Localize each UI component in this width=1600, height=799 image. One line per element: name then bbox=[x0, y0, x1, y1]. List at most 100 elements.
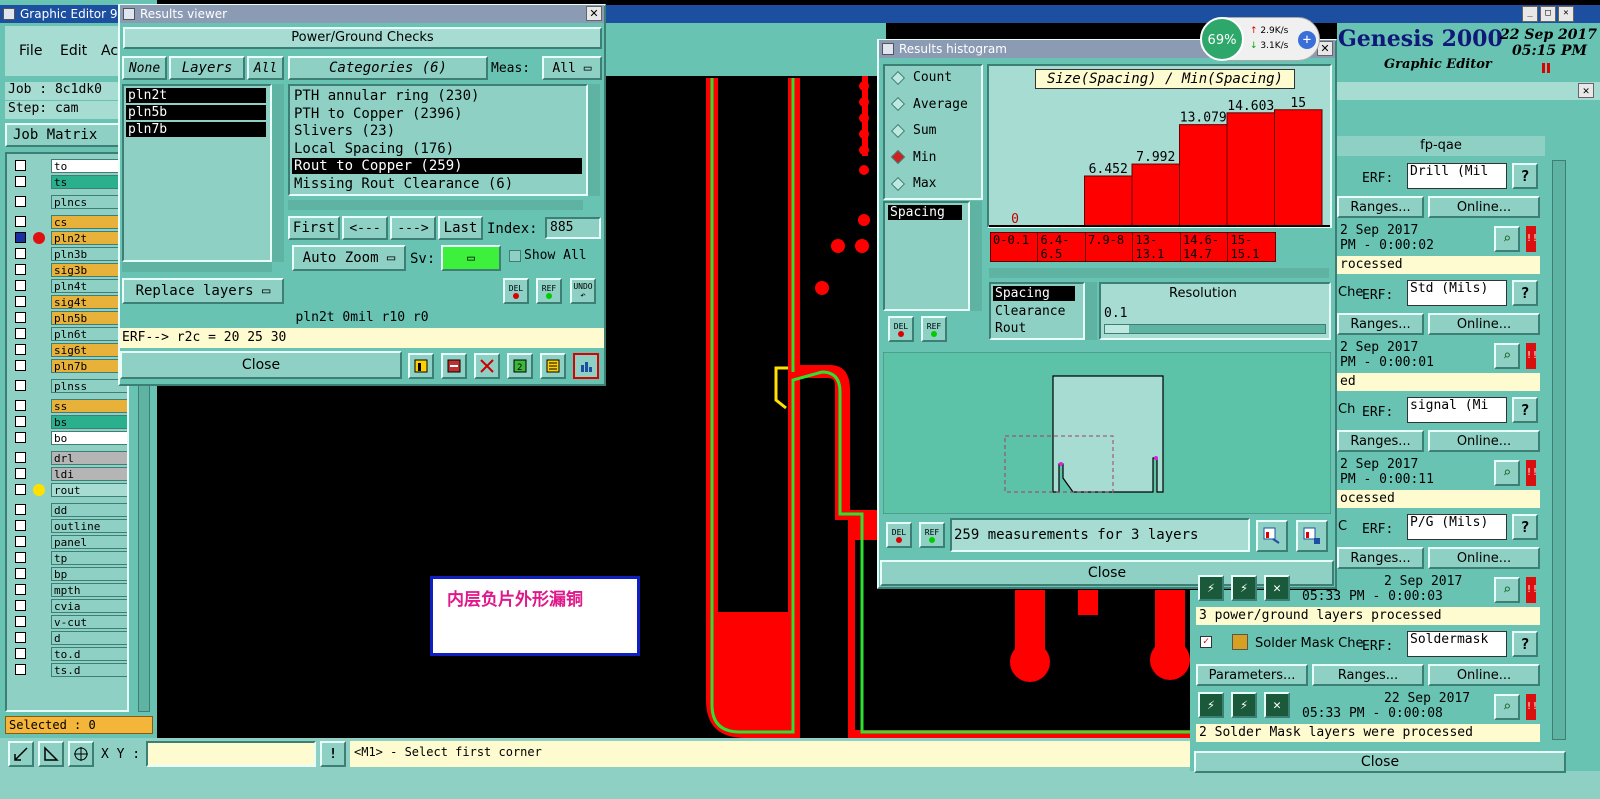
measure-icon[interactable] bbox=[38, 741, 64, 767]
measure-type-list[interactable]: Spacing Clearance Rout bbox=[989, 282, 1085, 340]
import-icon[interactable] bbox=[1296, 520, 1328, 552]
layer-checkbox[interactable] bbox=[15, 484, 26, 495]
layer-row[interactable]: to bbox=[15, 158, 127, 173]
index-input[interactable]: 885 bbox=[545, 217, 601, 239]
close-icon[interactable]: ✕ bbox=[1578, 83, 1594, 98]
erf-field[interactable]: Drill (Mil bbox=[1407, 163, 1507, 189]
layer-row[interactable]: d bbox=[15, 630, 127, 645]
layer-row[interactable]: outline bbox=[15, 518, 127, 533]
categories-scrollbar[interactable] bbox=[588, 84, 600, 196]
layer-checkbox[interactable] bbox=[15, 664, 26, 675]
layer-checkbox[interactable] bbox=[15, 584, 26, 595]
stat-radio[interactable]: Count bbox=[890, 70, 952, 85]
layer-name[interactable]: bs bbox=[51, 414, 127, 429]
last-button[interactable]: Last bbox=[438, 216, 483, 240]
window-controls[interactable]: _ □ ✕ bbox=[1522, 6, 1598, 22]
zoom-icon[interactable]: ⌕ bbox=[1494, 694, 1520, 720]
erf-field[interactable]: signal (Mi bbox=[1407, 397, 1507, 423]
auto-zoom-dropdown[interactable]: Auto Zoom ▭ bbox=[292, 245, 406, 271]
layer-row[interactable]: ss bbox=[15, 398, 127, 413]
layer-checkbox[interactable] bbox=[15, 216, 26, 227]
result-layer-item[interactable]: pln2t bbox=[126, 88, 266, 103]
layer-name[interactable]: rout bbox=[51, 482, 127, 497]
meas-dropdown[interactable]: All ▭ bbox=[542, 56, 602, 80]
job-matrix-button[interactable]: Job Matrix bbox=[5, 123, 122, 147]
measure-type-item[interactable]: Clearance bbox=[993, 304, 1075, 319]
stat-radio[interactable]: Average bbox=[890, 97, 968, 112]
layer-name[interactable]: mpth bbox=[51, 582, 127, 597]
layer-row[interactable]: bs bbox=[15, 414, 127, 429]
checklist-scrollbar[interactable] bbox=[1552, 160, 1566, 740]
histogram-ref-button[interactable]: REF bbox=[921, 316, 947, 342]
menu-file[interactable]: File bbox=[19, 43, 42, 59]
grid-snap-icon[interactable] bbox=[68, 741, 94, 767]
network-plus-icon[interactable]: + bbox=[1298, 31, 1316, 49]
help-icon[interactable]: ? bbox=[1512, 397, 1538, 423]
layer-checkbox[interactable] bbox=[15, 632, 26, 643]
layer-row[interactable]: v-cut bbox=[15, 614, 127, 629]
sv-color-dropdown[interactable]: ▭ bbox=[441, 245, 501, 271]
results-viewer-titlebar[interactable]: Results viewer ✕ bbox=[120, 5, 604, 23]
del-button[interactable]: DEL bbox=[503, 278, 529, 304]
zoom-icon[interactable]: ⌕ bbox=[1494, 577, 1520, 603]
layer-checkbox[interactable] bbox=[15, 504, 26, 515]
layer-results-scrollbar[interactable] bbox=[272, 84, 284, 262]
run-icon[interactable]: ⚡ bbox=[1198, 575, 1224, 601]
layer-row[interactable]: panel bbox=[15, 534, 127, 549]
run-all-icon[interactable]: ⚡ bbox=[1231, 575, 1257, 601]
layer-name[interactable]: ss bbox=[51, 398, 127, 413]
none-button[interactable]: None bbox=[122, 56, 167, 80]
layer-checkbox[interactable] bbox=[15, 600, 26, 611]
resolution-slider-thumb[interactable] bbox=[1105, 325, 1129, 333]
ref-button[interactable]: REF bbox=[536, 278, 562, 304]
close-icon[interactable]: ✕ bbox=[586, 6, 602, 21]
layer-name[interactable]: outline bbox=[51, 518, 127, 533]
layer-row[interactable]: mpth bbox=[15, 582, 127, 597]
main-window-titlebar[interactable]: Graphic Editor 9. bbox=[0, 5, 122, 23]
categories-list[interactable]: PTH annular ring (230) PTH to Copper (239… bbox=[288, 84, 588, 196]
show-all-checkbox[interactable] bbox=[509, 250, 521, 262]
erf-field[interactable]: P/G (Mils) bbox=[1407, 514, 1507, 540]
stop-icon[interactable]: ✕ bbox=[1264, 575, 1290, 601]
erf-field[interactable]: Soldermask bbox=[1407, 631, 1507, 657]
replace-layers-dropdown[interactable]: Replace layers ▭ bbox=[122, 278, 284, 304]
layer-row[interactable]: pln5b bbox=[15, 310, 127, 325]
results-viewer-close-button[interactable]: Close bbox=[120, 351, 402, 379]
exit-icon[interactable] bbox=[441, 353, 467, 379]
layer-checkbox[interactable] bbox=[15, 616, 26, 627]
layer-results-list[interactable]: pln2t pln5b pln7b bbox=[122, 84, 272, 262]
layer-row[interactable]: ts.d bbox=[15, 662, 127, 677]
stat-radio[interactable]: Max bbox=[890, 176, 936, 191]
all-button[interactable]: All bbox=[247, 56, 284, 80]
pause-icon[interactable] bbox=[1542, 63, 1552, 73]
menu-edit[interactable]: Edit bbox=[60, 43, 87, 59]
layer-name[interactable]: panel bbox=[51, 534, 127, 549]
report-icon[interactable] bbox=[408, 353, 434, 379]
menu-actions[interactable]: Ac bbox=[101, 43, 118, 59]
category-item[interactable]: Slivers (23) bbox=[292, 123, 582, 139]
layer-checkbox[interactable] bbox=[15, 196, 26, 207]
layer-row[interactable]: sig6t bbox=[15, 342, 127, 357]
online-button[interactable]: Online... bbox=[1428, 664, 1540, 686]
layer-row[interactable]: cs bbox=[15, 214, 127, 229]
run-icon[interactable]: ⚡ bbox=[1198, 692, 1224, 718]
category-item[interactable]: Rout to Copper (259) bbox=[292, 158, 582, 174]
layer-checkbox[interactable] bbox=[15, 264, 26, 275]
histogram-hscroll[interactable] bbox=[989, 268, 1329, 278]
layer-checkbox[interactable] bbox=[15, 360, 26, 371]
summary-ref-button[interactable]: REF bbox=[919, 522, 945, 548]
category-item[interactable]: PTH annular ring (230) bbox=[292, 88, 582, 104]
help-icon[interactable]: ? bbox=[1512, 514, 1538, 540]
layer-row[interactable]: pln7b bbox=[15, 358, 127, 373]
layer-row[interactable]: sig3b bbox=[15, 262, 127, 277]
categories-hscroll[interactable] bbox=[288, 200, 583, 210]
layer-row[interactable]: to.d bbox=[15, 646, 127, 661]
maximize-icon[interactable]: □ bbox=[1540, 6, 1556, 22]
export-icon[interactable] bbox=[1256, 520, 1288, 552]
zoom-fit-icon[interactable] bbox=[8, 741, 34, 767]
layer-checkbox[interactable] bbox=[15, 176, 26, 187]
layer-row[interactable]: dd bbox=[15, 502, 127, 517]
layer-name[interactable]: d bbox=[51, 630, 127, 645]
layer-row[interactable]: bp bbox=[15, 566, 127, 581]
layer-checkbox[interactable] bbox=[15, 160, 26, 171]
